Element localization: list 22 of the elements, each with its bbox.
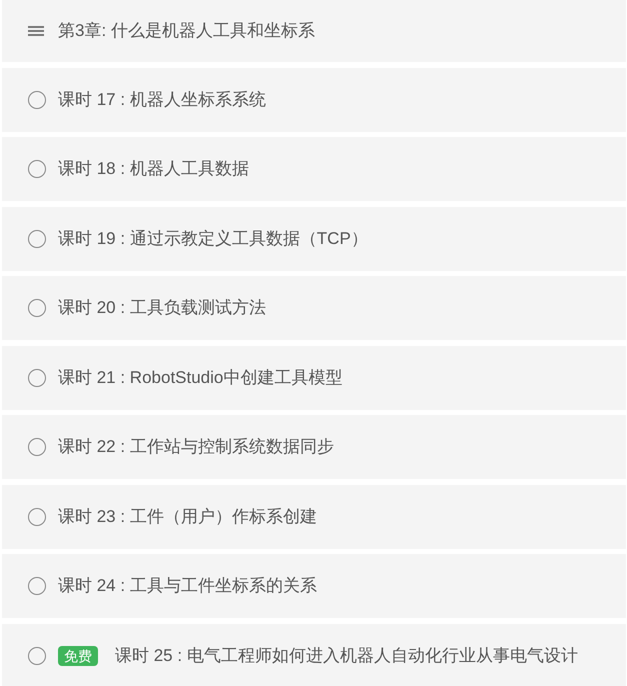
lesson-item[interactable]: 课时 21 : RobotStudio中创建工具模型 xyxy=(2,346,626,410)
lesson-item[interactable]: 课时 23 : 工件（用户）作标系创建 xyxy=(2,484,626,548)
lesson-title: 课时 18 : 机器人工具数据 xyxy=(58,158,249,180)
lesson-title: 课时 25 : 电气工程师如何进入机器人自动化行业从事电气设计 xyxy=(115,644,578,667)
lesson-title: 课时 19 : 通过示教定义工具数据（TCP） xyxy=(58,228,368,250)
lesson-title: 课时 23 : 工件（用户）作标系创建 xyxy=(58,506,317,528)
lesson-title: 课时 24 : 工具与工件坐标系的关系 xyxy=(58,575,317,598)
lesson-item[interactable]: 免费 课时 25 : 电气工程师如何进入机器人自动化行业从事电气设计 xyxy=(2,624,626,686)
lesson-item[interactable]: 课时 19 : 通过示教定义工具数据（TCP） xyxy=(2,206,626,270)
lesson-title: 课时 17 : 机器人坐标系系统 xyxy=(58,88,266,111)
lesson-item[interactable]: 课时 22 : 工作站与控制系统数据同步 xyxy=(2,415,626,479)
chapter-header[interactable]: 第3章: 什么是机器人工具和坐标系 xyxy=(2,0,626,62)
lesson-item[interactable]: 课时 20 : 工具负载测试方法 xyxy=(2,276,626,340)
chapter-title: 第3章: 什么是机器人工具和坐标系 xyxy=(58,20,315,42)
lesson-item[interactable]: 课时 18 : 机器人工具数据 xyxy=(2,137,626,201)
lesson-title: 课时 22 : 工作站与控制系统数据同步 xyxy=(58,436,334,458)
lesson-title: 课时 21 : RobotStudio中创建工具模型 xyxy=(58,366,342,389)
lesson-item[interactable]: 课时 17 : 机器人坐标系系统 xyxy=(2,68,626,132)
free-badge: 免费 xyxy=(58,646,98,666)
lesson-item[interactable]: 课时 24 : 工具与工件坐标系的关系 xyxy=(2,554,626,618)
lesson-title: 课时 20 : 工具负载测试方法 xyxy=(58,297,266,320)
menu-icon xyxy=(28,25,44,37)
